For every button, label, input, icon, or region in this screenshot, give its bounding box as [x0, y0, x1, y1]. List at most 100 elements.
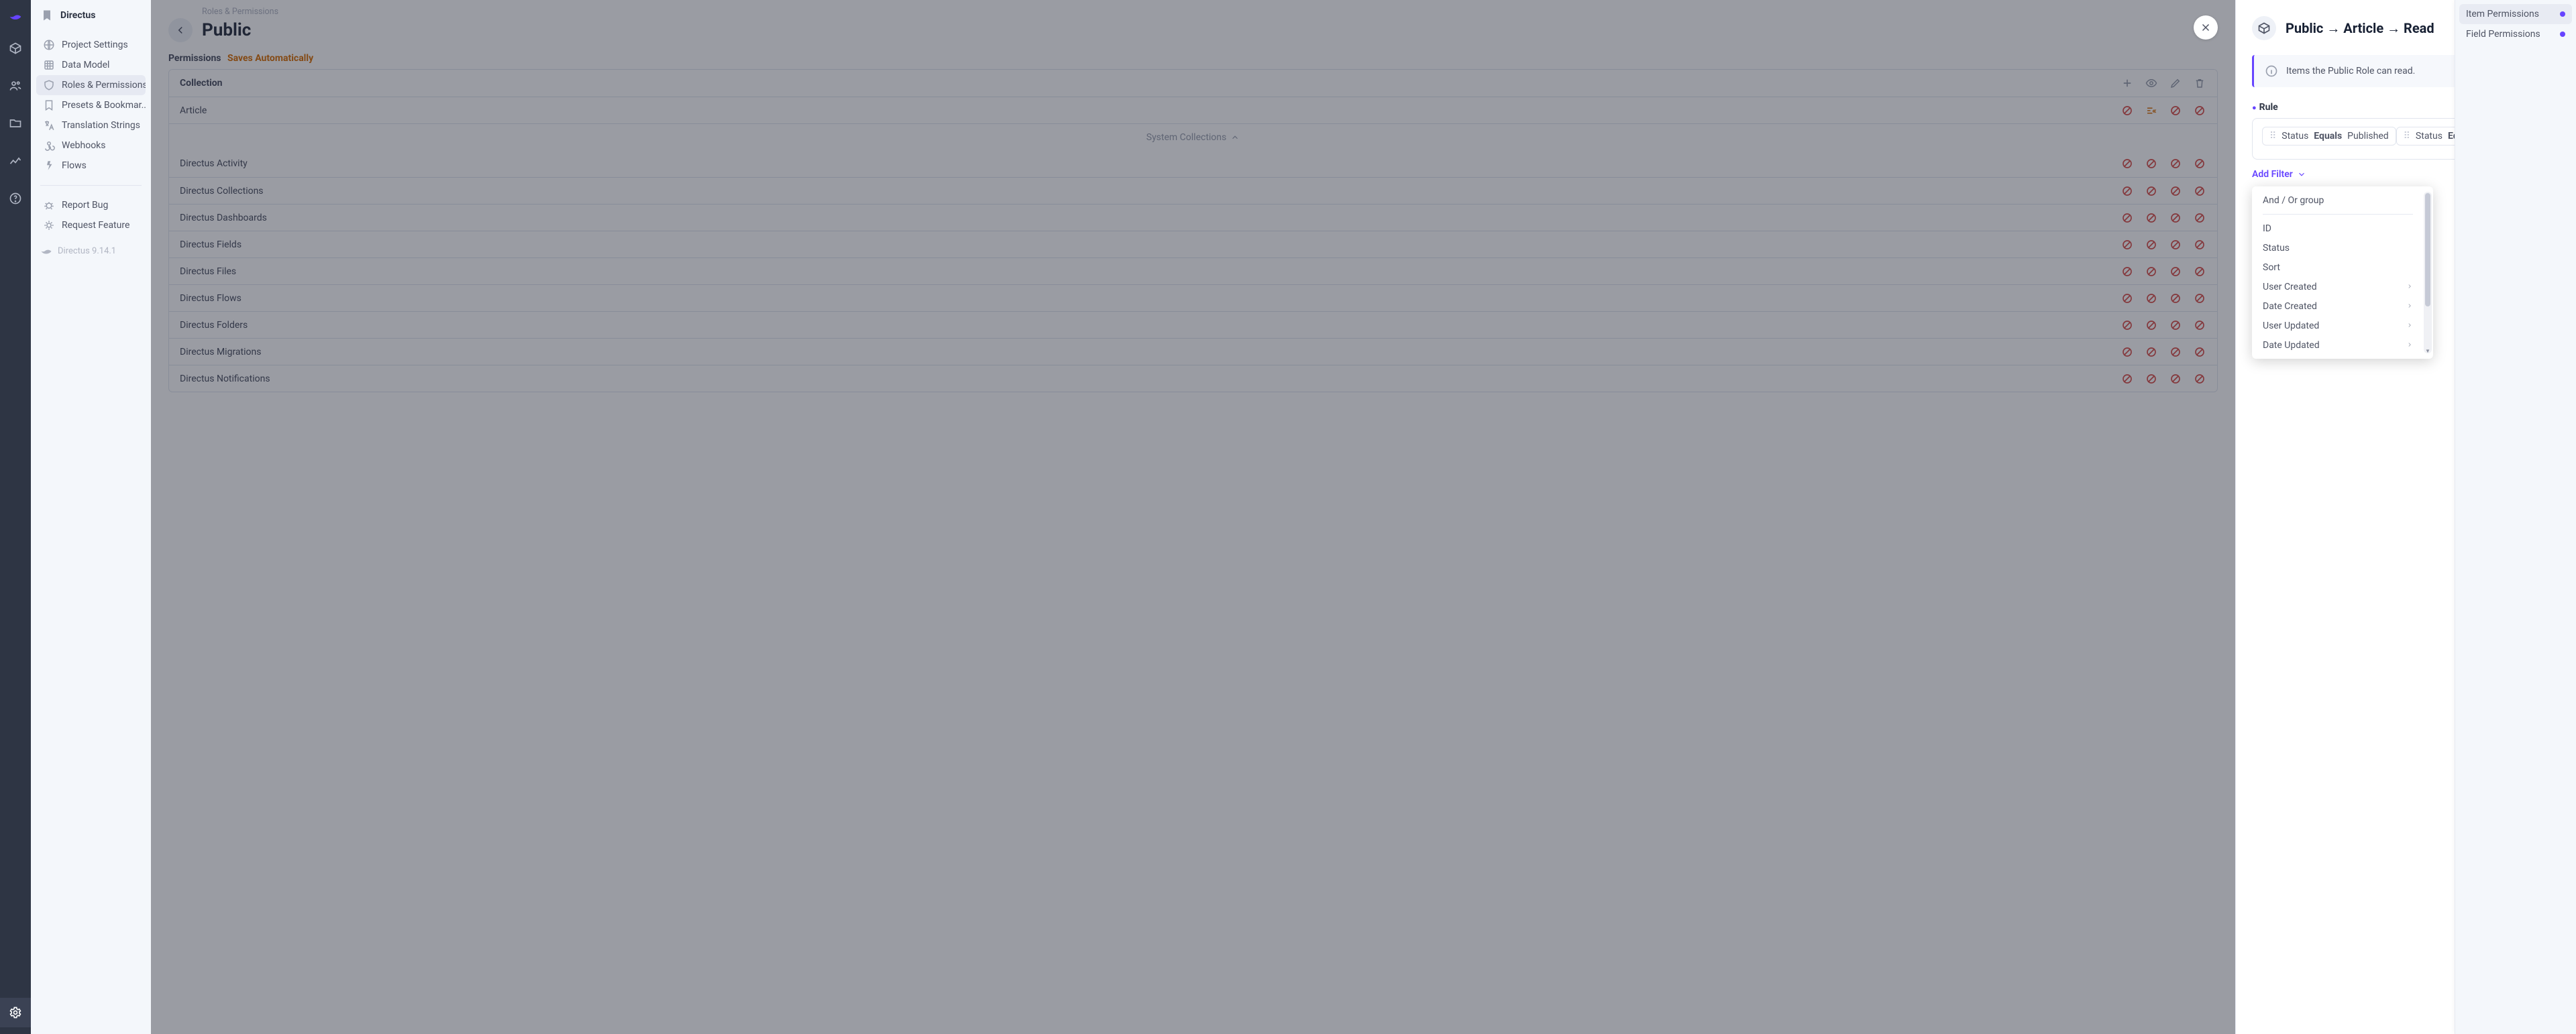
cube-icon	[2252, 16, 2276, 40]
perm-delete[interactable]	[2193, 265, 2206, 278]
nav-roles-permissions[interactable]: Roles & Permissions	[36, 75, 146, 95]
dd-item[interactable]: Sort	[2256, 257, 2420, 277]
nav-request-feature[interactable]: Request Feature	[36, 215, 146, 235]
perm-update[interactable]	[2169, 265, 2182, 278]
add-filter-button[interactable]: Add Filter	[2252, 169, 2306, 180]
perm-update[interactable]	[2169, 211, 2182, 225]
perm-read[interactable]	[2145, 292, 2158, 305]
page-title: Public	[202, 20, 251, 40]
chevron-right-icon	[2406, 340, 2413, 351]
nav-project-settings[interactable]: Project Settings	[36, 35, 146, 55]
nav-report-bug[interactable]: Report Bug	[36, 195, 146, 215]
info-icon	[2265, 64, 2278, 78]
rail-users[interactable]	[0, 71, 31, 101]
perm-read[interactable]	[2145, 372, 2158, 386]
perm-delete[interactable]	[2193, 238, 2206, 251]
back-button[interactable]	[168, 18, 193, 42]
header-create-icon	[2121, 76, 2134, 90]
perm-delete[interactable]	[2193, 345, 2206, 359]
tab-item-permissions[interactable]: Item Permissions	[2459, 4, 2572, 24]
perm-update[interactable]	[2169, 157, 2182, 170]
tab-field-permissions[interactable]: Field Permissions	[2459, 24, 2572, 44]
perm-update[interactable]	[2169, 292, 2182, 305]
perm-delete[interactable]	[2193, 157, 2206, 170]
perm-update[interactable]	[2169, 319, 2182, 332]
perm-delete[interactable]	[2193, 184, 2206, 198]
perm-update[interactable]	[2169, 184, 2182, 198]
table-row-article: Article	[169, 97, 2217, 123]
perm-create[interactable]	[2121, 238, 2134, 251]
status-dot-icon	[2560, 11, 2565, 17]
perm-update[interactable]	[2169, 345, 2182, 359]
perm-read[interactable]	[2145, 104, 2158, 117]
dd-item[interactable]: User Created	[2256, 277, 2420, 296]
perm-update[interactable]	[2169, 372, 2182, 386]
table-row: Directus Notifications	[169, 365, 2217, 392]
table-row: Directus Folders	[169, 311, 2217, 338]
dd-and-or-group[interactable]: And / Or group	[2256, 190, 2420, 210]
drag-handle-icon[interactable]: ⠿	[2269, 131, 2276, 141]
main-area: Roles & Permissions Public Permissions S…	[151, 0, 2235, 1034]
version-label: Directus 9.14.1	[31, 239, 151, 262]
nav-translation[interactable]: Translation Strings	[36, 115, 146, 135]
perm-delete[interactable]	[2193, 372, 2206, 386]
table-row: Directus Dashboards	[169, 204, 2217, 231]
perm-create[interactable]	[2121, 104, 2134, 117]
drag-handle-icon[interactable]: ⠿	[2404, 131, 2410, 141]
dd-item[interactable]: Status	[2256, 238, 2420, 257]
chevron-right-icon	[2406, 321, 2413, 331]
nav-webhooks[interactable]: Webhooks	[36, 135, 146, 156]
perm-create[interactable]	[2121, 319, 2134, 332]
rail-files[interactable]	[0, 109, 31, 138]
rule-chip[interactable]: ⠿StatusEqualsPublished	[2262, 127, 2396, 146]
dropdown-scrollbar[interactable]: ▼	[2424, 192, 2432, 353]
table-row: Directus Fields	[169, 231, 2217, 257]
dd-item[interactable]: ID	[2256, 219, 2420, 238]
nav-flows[interactable]: Flows	[36, 156, 146, 176]
table-row: Directus Files	[169, 257, 2217, 284]
perm-create[interactable]	[2121, 265, 2134, 278]
perm-delete[interactable]	[2193, 292, 2206, 305]
perm-read[interactable]	[2145, 211, 2158, 225]
dd-item[interactable]: User Updated	[2256, 316, 2420, 335]
column-collection: Collection	[180, 78, 2121, 89]
chevron-up-icon	[1230, 133, 1240, 142]
perm-delete[interactable]	[2193, 104, 2206, 117]
system-collections-toggle[interactable]: System Collections	[169, 123, 2217, 150]
perm-read[interactable]	[2145, 238, 2158, 251]
perm-read[interactable]	[2145, 345, 2158, 359]
dd-item[interactable]: Date Created	[2256, 296, 2420, 316]
perm-read[interactable]	[2145, 265, 2158, 278]
rail-content[interactable]	[0, 34, 31, 63]
dd-item[interactable]: Date Updated	[2256, 335, 2420, 355]
chevron-right-icon	[2406, 301, 2413, 312]
rail-insights[interactable]	[0, 146, 31, 176]
perm-create[interactable]	[2121, 345, 2134, 359]
perm-create[interactable]	[2121, 292, 2134, 305]
table-row: Directus Flows	[169, 284, 2217, 311]
perm-create[interactable]	[2121, 184, 2134, 198]
breadcrumb[interactable]: Roles & Permissions	[202, 7, 2218, 17]
perm-read[interactable]	[2145, 319, 2158, 332]
permissions-table: Collection Article	[168, 69, 2218, 392]
permission-tabs-panel: Item Permissions Field Permissions	[2455, 0, 2576, 1034]
perm-update[interactable]	[2169, 238, 2182, 251]
perm-read[interactable]	[2145, 157, 2158, 170]
perm-delete[interactable]	[2193, 211, 2206, 225]
perm-update[interactable]	[2169, 104, 2182, 117]
perm-read[interactable]	[2145, 184, 2158, 198]
chevron-down-icon	[2297, 170, 2306, 179]
perm-create[interactable]	[2121, 157, 2134, 170]
filter-dropdown: And / Or group IDStatusSortUser CreatedD…	[2252, 186, 2433, 359]
nav-data-model[interactable]: Data Model	[36, 55, 146, 75]
rail-settings[interactable]	[0, 998, 31, 1027]
table-row: Directus Migrations	[169, 338, 2217, 365]
perm-create[interactable]	[2121, 211, 2134, 225]
close-button[interactable]	[2194, 15, 2218, 40]
rail-docs[interactable]	[0, 184, 31, 213]
module-rail	[0, 0, 31, 1034]
perm-create[interactable]	[2121, 372, 2134, 386]
perm-delete[interactable]	[2193, 319, 2206, 332]
nav-presets[interactable]: Presets & Bookmar...	[36, 95, 146, 115]
table-row: Directus Activity	[169, 150, 2217, 177]
